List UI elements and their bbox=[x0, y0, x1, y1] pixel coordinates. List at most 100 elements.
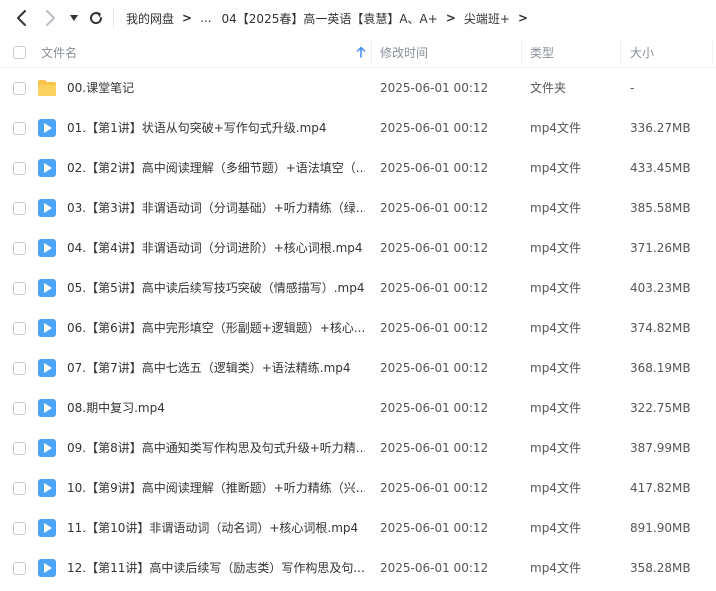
file-name[interactable]: 00.课堂笔记 bbox=[67, 68, 365, 108]
file-type: mp4文件 bbox=[530, 161, 581, 175]
back-button[interactable] bbox=[10, 6, 34, 30]
file-size: 358.28MB bbox=[630, 561, 691, 575]
file-modified: 2025-06-01 00:12 bbox=[380, 161, 489, 175]
file-modified: 2025-06-01 00:12 bbox=[380, 121, 489, 135]
row-checkbox[interactable] bbox=[13, 122, 26, 135]
file-row[interactable]: 09.【第8讲】高中通知类写作构思及句式升级+听力精... 2025-06-01… bbox=[0, 428, 716, 468]
file-size: 368.19MB bbox=[630, 361, 691, 375]
file-name[interactable]: 08.期中复习.mp4 bbox=[67, 388, 365, 428]
column-divider[interactable] bbox=[521, 40, 522, 64]
video-file-icon bbox=[37, 118, 57, 138]
column-header-name[interactable]: 文件名 bbox=[41, 36, 371, 68]
breadcrumb: 我的网盘 > ... 04【2025春】高一英语【袁慧】A、A+ > 尖端班+ … bbox=[126, 0, 536, 36]
column-header-modified-label: 修改时间 bbox=[380, 45, 429, 60]
file-type: mp4文件 bbox=[530, 401, 581, 415]
file-modified: 2025-06-01 00:12 bbox=[380, 521, 489, 535]
file-size: 417.82MB bbox=[630, 481, 691, 495]
file-type: mp4文件 bbox=[530, 521, 581, 535]
column-header-type[interactable]: 类型 bbox=[530, 36, 554, 68]
file-modified: 2025-06-01 00:12 bbox=[380, 81, 489, 95]
sort-ascending-arrow-icon[interactable] bbox=[356, 46, 366, 58]
column-header-name-label: 文件名 bbox=[41, 45, 78, 60]
file-type: mp4文件 bbox=[530, 201, 581, 215]
file-name[interactable]: 11.【第10讲】非谓语动词（动名词）+核心词根.mp4 bbox=[67, 508, 365, 548]
file-type: mp4文件 bbox=[530, 561, 581, 575]
file-row[interactable]: 10.【第9讲】高中阅读理解（推断题）+听力精练（兴... 2025-06-01… bbox=[0, 468, 716, 508]
chevron-left-icon bbox=[17, 10, 26, 26]
file-modified: 2025-06-01 00:12 bbox=[380, 401, 489, 415]
row-checkbox[interactable] bbox=[13, 362, 26, 375]
column-header-modified[interactable]: 修改时间 bbox=[380, 36, 428, 68]
file-size: 387.99MB bbox=[630, 441, 691, 455]
column-header-size[interactable]: 大小 bbox=[630, 36, 654, 68]
row-checkbox[interactable] bbox=[13, 402, 26, 415]
file-name[interactable]: 05.【第5讲】高中读后续写技巧突破（情感描写）.mp4 bbox=[67, 268, 365, 308]
file-size: 336.27MB bbox=[630, 121, 691, 135]
breadcrumb-separator: > bbox=[517, 11, 529, 25]
video-file-icon bbox=[37, 198, 57, 218]
file-size: 385.58MB bbox=[630, 201, 691, 215]
breadcrumb-item-current[interactable]: 尖端班+ bbox=[464, 10, 510, 27]
row-checkbox[interactable] bbox=[13, 162, 26, 175]
row-checkbox[interactable] bbox=[13, 82, 26, 95]
file-name[interactable]: 07.【第7讲】高中七选五（逻辑类）+语法精练.mp4 bbox=[67, 348, 365, 388]
file-name[interactable]: 09.【第8讲】高中通知类写作构思及句式升级+听力精... bbox=[67, 428, 365, 468]
file-row[interactable]: 06.【第6讲】高中完形填空（形副题+逻辑题）+核心... 2025-06-01… bbox=[0, 308, 716, 348]
video-file-icon bbox=[37, 518, 57, 538]
breadcrumb-item-course[interactable]: 04【2025春】高一英语【袁慧】A、A+ bbox=[222, 10, 438, 27]
file-name[interactable]: 02.【第2讲】高中阅读理解（多细节题）+语法填空（... bbox=[67, 148, 365, 188]
row-checkbox[interactable] bbox=[13, 242, 26, 255]
row-checkbox[interactable] bbox=[13, 202, 26, 215]
file-row[interactable]: 03.【第3讲】非谓语动词（分词基础）+听力精练（绿... 2025-06-01… bbox=[0, 188, 716, 228]
file-type: mp4文件 bbox=[530, 481, 581, 495]
file-row[interactable]: 04.【第4讲】非谓语动词（分词进阶）+核心词根.mp4 2025-06-01 … bbox=[0, 228, 716, 268]
video-file-icon bbox=[37, 558, 57, 578]
column-header-size-label: 大小 bbox=[630, 45, 655, 60]
file-list-header: 文件名 修改时间 类型 大小 bbox=[0, 36, 716, 68]
row-checkbox[interactable] bbox=[13, 562, 26, 575]
file-row[interactable]: 11.【第10讲】非谓语动词（动名词）+核心词根.mp4 2025-06-01 … bbox=[0, 508, 716, 548]
file-name[interactable]: 12.【第11讲】高中读后续写（励志类）写作构思及句... bbox=[67, 548, 365, 588]
file-row[interactable]: 01.【第1讲】状语从句突破+写作句式升级.mp4 2025-06-01 00:… bbox=[0, 108, 716, 148]
file-modified: 2025-06-01 00:12 bbox=[380, 441, 489, 455]
column-divider[interactable] bbox=[371, 40, 372, 64]
file-name[interactable]: 03.【第3讲】非谓语动词（分词基础）+听力精练（绿... bbox=[67, 188, 365, 228]
breadcrumb-item-root[interactable]: 我的网盘 bbox=[126, 10, 174, 27]
file-row-folder[interactable]: 00.课堂笔记 2025-06-01 00:12 文件夹 - bbox=[0, 68, 716, 108]
file-size: 322.75MB bbox=[630, 401, 691, 415]
file-modified: 2025-06-01 00:12 bbox=[380, 361, 489, 375]
breadcrumb-separator: > bbox=[445, 11, 456, 25]
breadcrumb-separator: > bbox=[182, 11, 193, 25]
file-row[interactable]: 12.【第11讲】高中读后续写（励志类）写作构思及句... 2025-06-01… bbox=[0, 548, 716, 588]
forward-button[interactable] bbox=[38, 6, 62, 30]
file-row[interactable]: 02.【第2讲】高中阅读理解（多细节题）+语法填空（... 2025-06-01… bbox=[0, 148, 716, 188]
file-name[interactable]: 06.【第6讲】高中完形填空（形副题+逻辑题）+核心... bbox=[67, 308, 365, 348]
row-checkbox[interactable] bbox=[13, 322, 26, 335]
refresh-button[interactable] bbox=[84, 6, 108, 30]
file-type: mp4文件 bbox=[530, 321, 581, 335]
file-row[interactable]: 05.【第5讲】高中读后续写技巧突破（情感描写）.mp4 2025-06-01 … bbox=[0, 268, 716, 308]
file-name[interactable]: 04.【第4讲】非谓语动词（分词进阶）+核心词根.mp4 bbox=[67, 228, 365, 268]
file-modified: 2025-06-01 00:12 bbox=[380, 481, 489, 495]
column-divider[interactable] bbox=[712, 40, 713, 64]
file-row[interactable]: 07.【第7讲】高中七选五（逻辑类）+语法精练.mp4 2025-06-01 0… bbox=[0, 348, 716, 388]
file-size: 891.90MB bbox=[630, 521, 691, 535]
file-row[interactable]: 08.期中复习.mp4 2025-06-01 00:12 mp4文件 322.7… bbox=[0, 388, 716, 428]
video-file-icon bbox=[37, 318, 57, 338]
file-modified: 2025-06-01 00:12 bbox=[380, 321, 489, 335]
caret-down-icon bbox=[70, 15, 78, 21]
file-name[interactable]: 10.【第9讲】高中阅读理解（推断题）+听力精练（兴... bbox=[67, 468, 365, 508]
nav-divider bbox=[113, 8, 114, 28]
row-checkbox[interactable] bbox=[13, 522, 26, 535]
row-checkbox[interactable] bbox=[13, 482, 26, 495]
file-type: mp4文件 bbox=[530, 441, 581, 455]
row-checkbox[interactable] bbox=[13, 282, 26, 295]
breadcrumb-item-ellipsis[interactable]: ... bbox=[200, 11, 211, 25]
column-header-type-label: 类型 bbox=[530, 45, 555, 60]
history-dropdown-button[interactable] bbox=[64, 6, 84, 30]
row-checkbox[interactable] bbox=[13, 442, 26, 455]
file-name[interactable]: 01.【第1讲】状语从句突破+写作句式升级.mp4 bbox=[67, 108, 365, 148]
select-all-checkbox[interactable] bbox=[13, 45, 26, 59]
file-size: 371.26MB bbox=[630, 241, 691, 255]
column-divider[interactable] bbox=[620, 40, 621, 64]
